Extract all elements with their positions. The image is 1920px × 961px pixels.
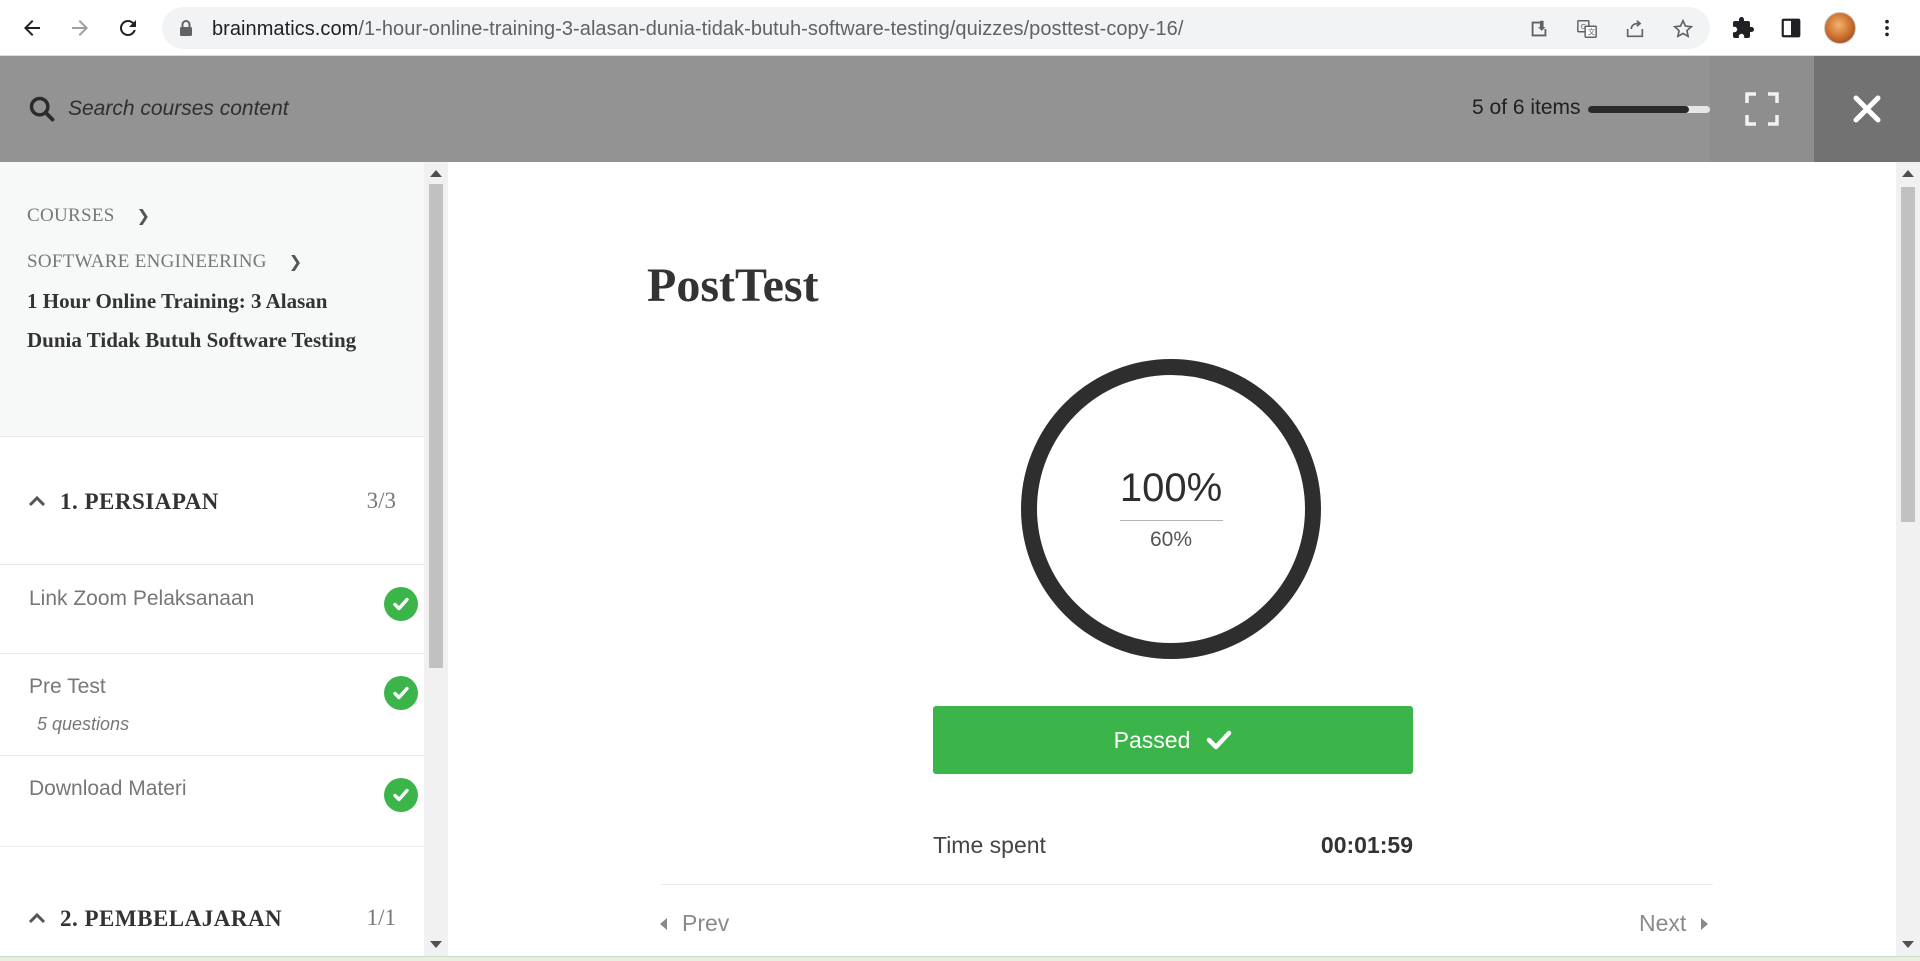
search-icon	[29, 96, 55, 122]
lesson-item-link-zoom[interactable]: Link Zoom Pelaksanaan	[0, 565, 424, 654]
lesson-title: Link Zoom Pelaksanaan	[29, 587, 255, 610]
completed-check-icon	[384, 676, 418, 710]
url-path: /1-hour-online-training-3-alasan-dunia-t…	[358, 18, 1184, 40]
back-button[interactable]	[14, 10, 50, 46]
passing-grade: 60%	[1149, 528, 1193, 551]
quiz-title: PostTest	[647, 259, 819, 312]
scroll-up-arrow-icon[interactable]	[1902, 170, 1914, 177]
lesson-question-count: 5 questions	[37, 714, 130, 734]
lesson-title: Download Materi	[29, 777, 187, 800]
quiz-score: 100%	[1119, 466, 1223, 510]
breadcrumb-courses[interactable]: COURSES ❯	[27, 205, 150, 227]
extensions-icon[interactable]	[1728, 13, 1758, 43]
scroll-down-arrow-icon[interactable]	[1902, 941, 1914, 948]
section-progress-count: 1/1	[366, 905, 396, 930]
section-title: 2. PEMBELAJARAN	[60, 906, 283, 931]
chevron-right-icon: ❯	[288, 252, 303, 271]
score-divider	[1120, 520, 1223, 521]
section-pembelajaran[interactable]: 2. PEMBELAJARAN 1/1	[0, 847, 424, 956]
lesson-item-download-materi[interactable]: Download Materi	[0, 756, 424, 847]
main-scrollbar[interactable]	[1896, 162, 1920, 956]
passed-status-button[interactable]: Passed	[933, 706, 1413, 774]
url-host: brainmatics.com	[212, 18, 359, 40]
profile-avatar[interactable]	[1824, 12, 1856, 44]
course-progress-bar	[1588, 106, 1710, 113]
side-panel-icon[interactable]	[1776, 13, 1806, 43]
course-progress-fill	[1588, 106, 1690, 113]
chevron-right-icon: ❯	[136, 206, 151, 225]
window-bottom-edge	[0, 956, 1920, 961]
svg-text:文: 文	[1588, 28, 1596, 37]
lesson-item-pre-test[interactable]: Pre Test 5 questions	[0, 654, 424, 756]
section-persiapan[interactable]: 1. PERSIAPAN 3/3	[0, 437, 424, 565]
address-bar[interactable]: brainmatics.com/1-hour-online-training-3…	[162, 7, 1710, 49]
course-topbar: 5 of 6 items	[0, 56, 1920, 162]
chevron-up-icon	[28, 495, 46, 507]
reload-icon	[119, 19, 136, 36]
prev-label: Prev	[682, 910, 730, 936]
breadcrumb-label: SOFTWARE ENGINEERING	[27, 251, 267, 272]
completed-check-icon	[384, 778, 418, 812]
chevron-up-icon	[28, 912, 46, 924]
completed-check-icon	[384, 587, 418, 621]
search-courses-input[interactable]	[68, 88, 668, 130]
checkmark-icon	[1207, 730, 1232, 750]
fullscreen-icon	[1745, 92, 1779, 126]
translate-icon[interactable]: G文	[1574, 16, 1600, 42]
scroll-down-arrow-icon[interactable]	[430, 941, 442, 948]
items-count: 5 of 6 items	[1472, 96, 1581, 119]
caret-left-icon	[660, 917, 667, 930]
time-spent-label: Time spent	[933, 832, 1046, 858]
navigation-divider	[661, 884, 1713, 885]
prev-button[interactable]: Prev	[660, 910, 729, 937]
url-text: brainmatics.com/1-hour-online-training-3…	[212, 18, 1183, 41]
lesson-title: Pre Test	[29, 675, 106, 698]
reload-button[interactable]	[110, 10, 146, 46]
caret-right-icon	[1701, 917, 1709, 930]
passed-label: Passed	[1113, 726, 1191, 753]
forward-button[interactable]	[62, 10, 98, 46]
quiz-result-panel: PostTest 100% 60% Passed Time spent 00:0…	[448, 162, 1896, 956]
forward-arrow-icon	[72, 20, 88, 36]
share-icon[interactable]	[1622, 16, 1648, 42]
breadcrumb-label: COURSES	[27, 205, 115, 226]
install-icon[interactable]	[1526, 16, 1552, 42]
breadcrumb-software-engineering[interactable]: SOFTWARE ENGINEERING ❯	[27, 251, 303, 273]
scroll-up-arrow-icon[interactable]	[430, 170, 442, 177]
fullscreen-button[interactable]	[1710, 56, 1814, 162]
next-label: Next	[1639, 910, 1687, 936]
back-arrow-icon	[24, 20, 40, 36]
close-course-button[interactable]	[1814, 56, 1920, 162]
close-icon	[1853, 95, 1881, 123]
time-spent-value: 00:01:59	[1320, 832, 1413, 858]
course-curriculum-sidebar: COURSES ❯ SOFTWARE ENGINEERING ❯ 1 Hour On…	[0, 162, 424, 956]
course-title[interactable]: 1 Hour Online Training: 3 Alasan Dunia T…	[27, 282, 387, 360]
menu-kebab-icon[interactable]	[1872, 13, 1902, 43]
section-progress-count: 3/3	[366, 488, 396, 513]
sidebar-scroll-thumb[interactable]	[429, 184, 443, 668]
next-button[interactable]: Next	[1639, 910, 1709, 937]
lock-icon	[180, 20, 192, 36]
main-scroll-thumb[interactable]	[1901, 187, 1915, 522]
sidebar-scrollbar[interactable]	[424, 162, 448, 956]
bookmark-star-icon[interactable]	[1670, 16, 1696, 42]
svg-text:G: G	[1581, 22, 1587, 31]
sidebar-header: COURSES ❯ SOFTWARE ENGINEERING ❯ 1 Hour On…	[0, 162, 424, 437]
section-title: 1. PERSIAPAN	[60, 489, 219, 514]
browser-toolbar: brainmatics.com/1-hour-online-training-3…	[0, 0, 1920, 56]
